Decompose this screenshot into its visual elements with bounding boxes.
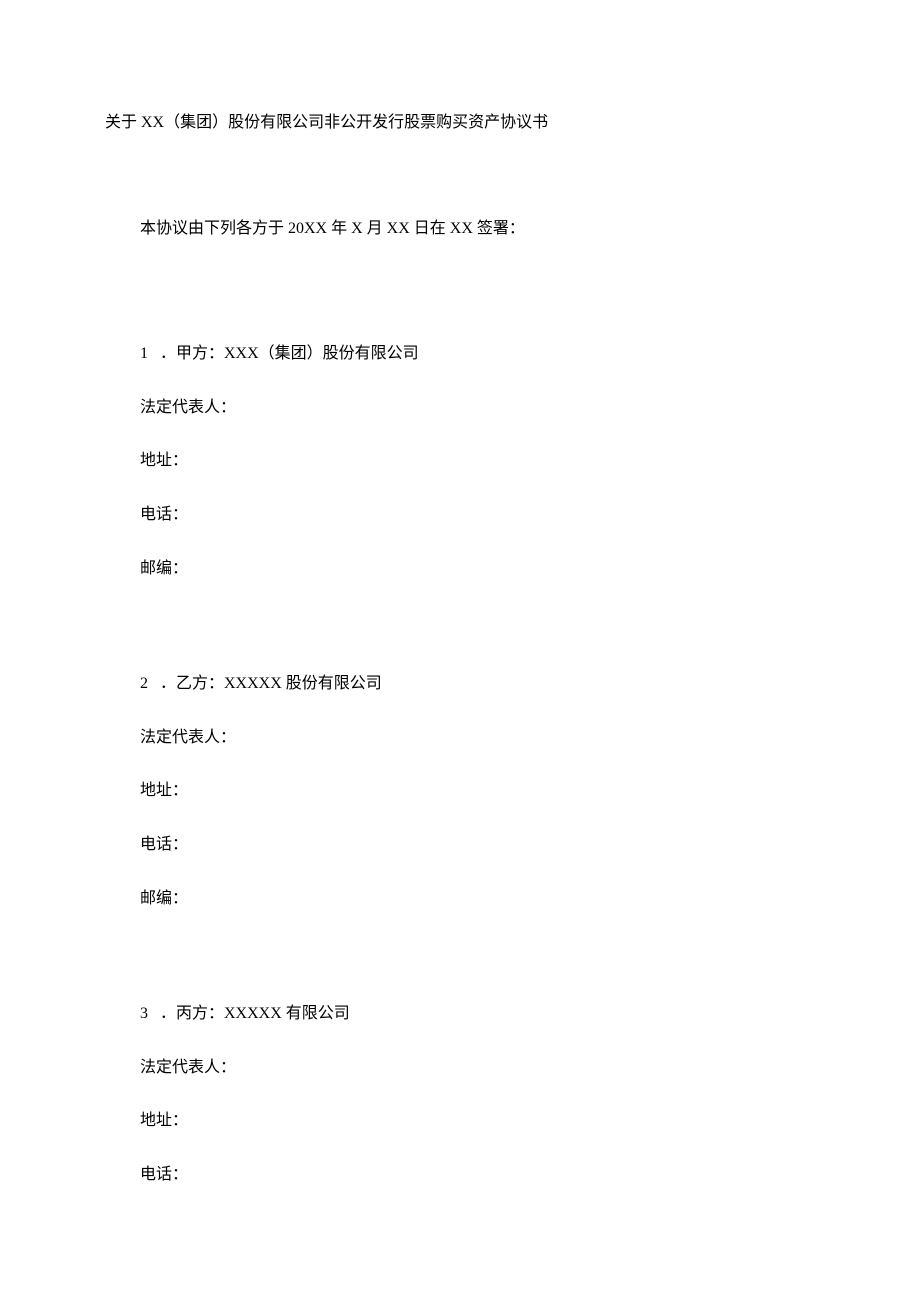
party-a-legal-rep: 法定代表人：: [140, 395, 820, 421]
party-b-phone: 电话：: [140, 832, 820, 858]
party-b-label: ．乙方：XXXXX 股份有限公司: [160, 675, 382, 692]
party-b-address: 地址：: [140, 778, 820, 804]
party-a-number: 1: [140, 341, 148, 367]
party-a-heading: 1 ．甲方：XXX（集团）股份有限公司: [140, 341, 820, 367]
party-c-number: 3: [140, 1001, 148, 1027]
party-b-postcode: 邮编：: [140, 886, 820, 912]
party-a-phone: 电话：: [140, 502, 820, 528]
party-c-heading: 3 ．丙方：XXXXX 有限公司: [140, 1001, 820, 1027]
document-title: 关于 XX（集团）股份有限公司非公开发行股票购买资产协议书: [105, 110, 820, 136]
intro-line: 本协议由下列各方于 20XX 年 X 月 XX 日在 XX 签署：: [140, 216, 820, 242]
party-a-postcode: 邮编：: [140, 556, 820, 582]
party-c-address: 地址：: [140, 1108, 820, 1134]
party-b-number: 2: [140, 671, 148, 697]
party-a-block: 1 ．甲方：XXX（集团）股份有限公司 法定代表人： 地址： 电话： 邮编：: [140, 341, 820, 581]
document-page: 关于 XX（集团）股份有限公司非公开发行股票购买资产协议书 本协议由下列各方于 …: [0, 0, 920, 1188]
party-a-address: 地址：: [140, 448, 820, 474]
party-b-legal-rep: 法定代表人：: [140, 725, 820, 751]
party-c-phone: 电话：: [140, 1162, 820, 1188]
party-b-heading: 2 ．乙方：XXXXX 股份有限公司: [140, 671, 820, 697]
party-c-legal-rep: 法定代表人：: [140, 1055, 820, 1081]
party-a-label: ．甲方：XXX（集团）股份有限公司: [160, 345, 419, 362]
party-c-label: ．丙方：XXXXX 有限公司: [160, 1005, 350, 1022]
party-b-block: 2 ．乙方：XXXXX 股份有限公司 法定代表人： 地址： 电话： 邮编：: [140, 671, 820, 911]
party-c-block: 3 ．丙方：XXXXX 有限公司 法定代表人： 地址： 电话：: [140, 1001, 820, 1187]
